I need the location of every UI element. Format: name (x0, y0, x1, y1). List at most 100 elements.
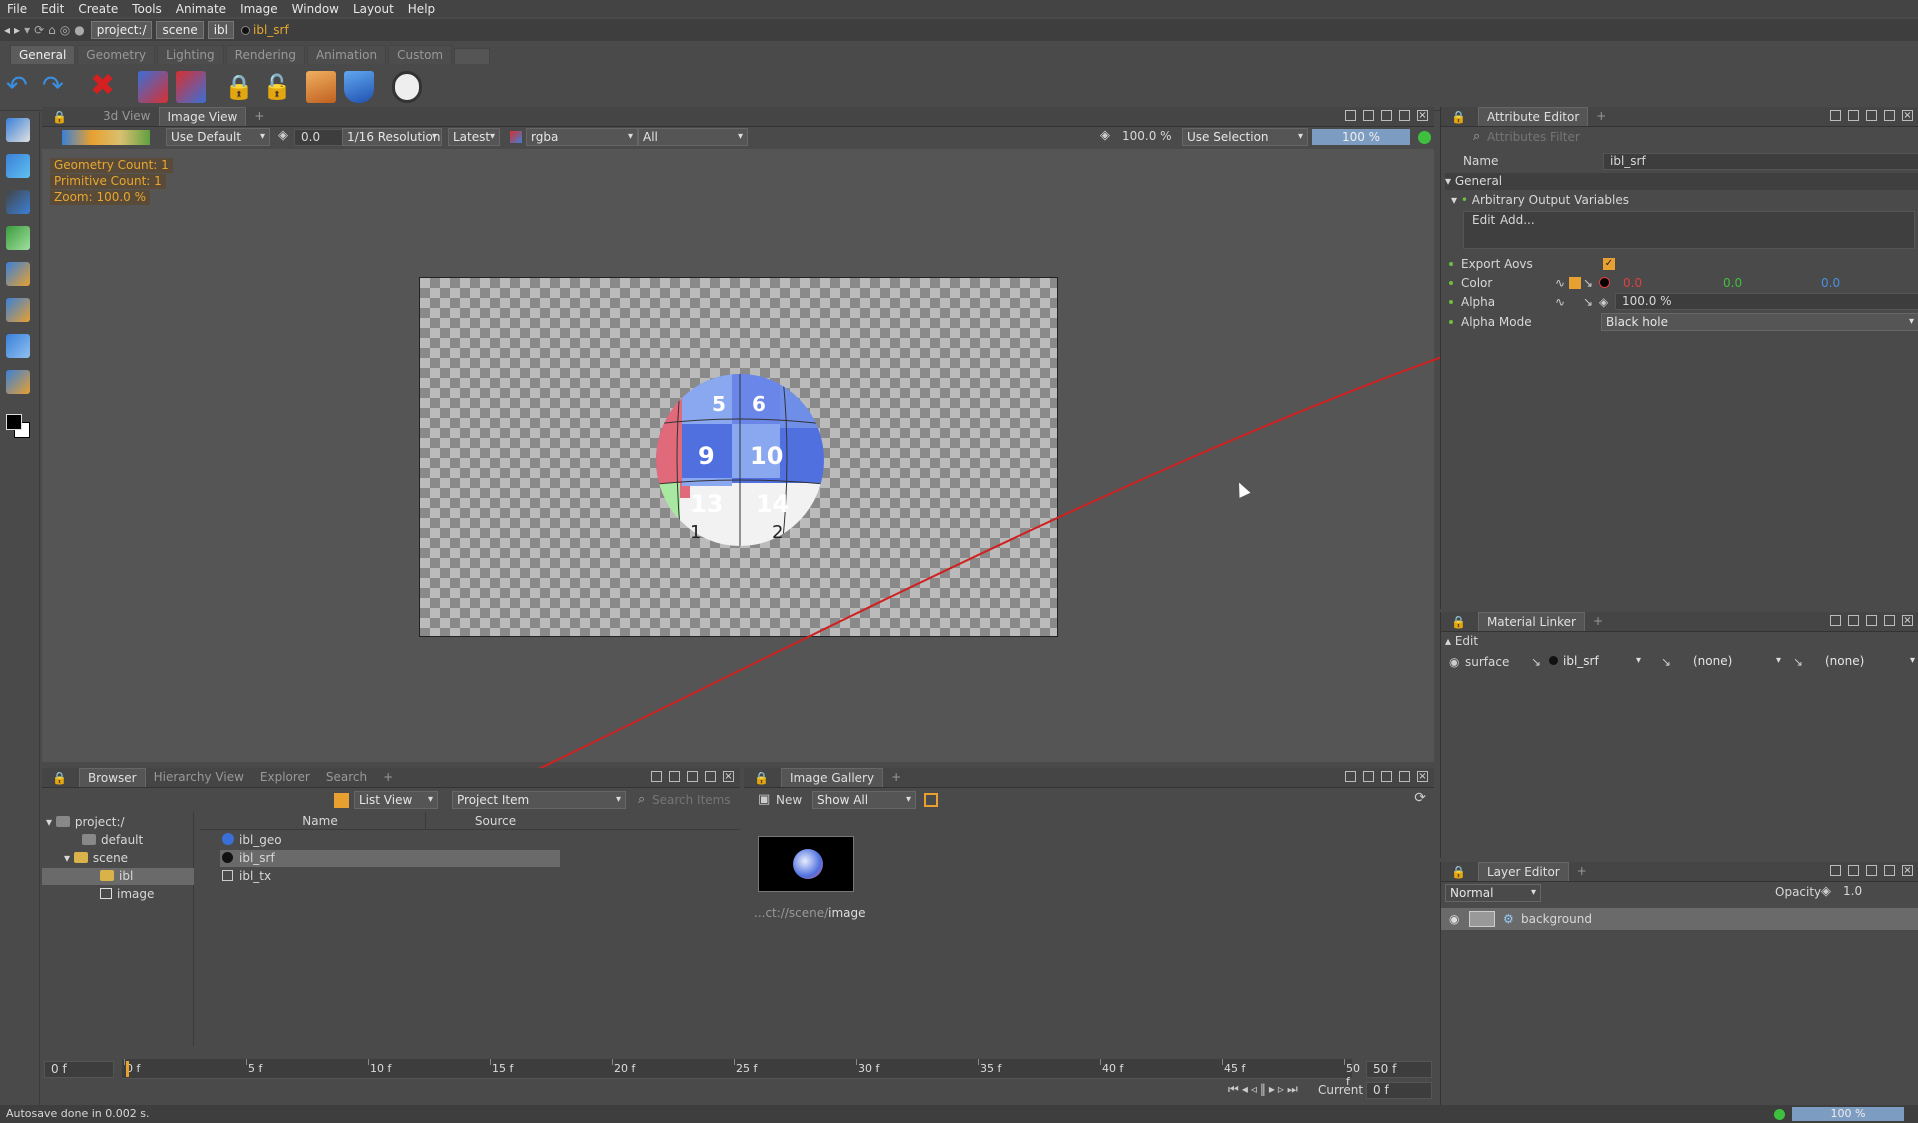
blend-mode-select[interactable]: Normal (1445, 884, 1541, 902)
add-tab-button[interactable]: + (883, 768, 909, 787)
curve-icon[interactable]: ∿ (1555, 293, 1565, 311)
show-select[interactable]: Show All (812, 791, 916, 809)
tree-item-default[interactable]: default (82, 832, 143, 849)
surface-select[interactable]: ibl_srf (1545, 653, 1645, 671)
time-ruler[interactable]: 0 f5 f 10 f 15 f 20 f 25 f 30 f 35 f 40 f 45 f 50… (122, 1059, 1360, 1088)
tree-item-project[interactable]: ▾ project:/ (46, 814, 125, 831)
new-button[interactable]: New (776, 791, 802, 809)
tree-item-scene[interactable]: ▾ scene (64, 850, 128, 867)
column-source[interactable]: Source (425, 812, 565, 830)
first-frame-icon[interactable]: ⏮ (1228, 1082, 1242, 1096)
displacement-select[interactable]: (none) (1675, 653, 1785, 671)
split-h-icon[interactable] (1866, 615, 1877, 626)
link-icon[interactable]: ↘ (1583, 274, 1593, 292)
opacity-field[interactable]: 1.0 (1837, 884, 1918, 901)
prev-frame-icon[interactable]: ◃ (1251, 1082, 1260, 1096)
split-v-icon[interactable] (1848, 865, 1859, 876)
list-item-ibl-tx[interactable]: ibl_tx (222, 868, 271, 885)
attributes-filter-input[interactable] (1487, 129, 1907, 145)
add-tab-button[interactable]: + (375, 768, 401, 787)
tab-image-gallery[interactable]: Image Gallery (780, 768, 884, 787)
lock-icon[interactable]: 🔒 (1451, 865, 1466, 879)
link-icon[interactable]: ↘ (1531, 653, 1541, 671)
link-icon[interactable]: ↘ (1583, 293, 1593, 311)
lock-icon[interactable]: 🔒 (1451, 110, 1466, 124)
maximize-icon[interactable] (1884, 865, 1895, 876)
visibility-icon[interactable]: ◉ (1449, 908, 1459, 930)
split-v-icon[interactable] (669, 771, 680, 782)
play-icon[interactable]: ▸ (1269, 1082, 1278, 1096)
slider-icon[interactable]: ◈ (1821, 884, 1831, 899)
refresh-icon[interactable]: ⟳ (1414, 790, 1426, 806)
gallery-option-icon[interactable] (924, 793, 938, 807)
curve-icon[interactable]: ∿ (1555, 274, 1565, 292)
pause-icon[interactable]: ‖ (1260, 1082, 1269, 1096)
item-type-select[interactable]: Project Item (452, 791, 626, 809)
lock-icon[interactable]: 🔒 (754, 771, 769, 785)
split-h-icon[interactable] (1381, 771, 1392, 782)
view-mode-select[interactable]: List View (354, 791, 438, 809)
end-frame-field[interactable]: 50 f (1366, 1061, 1432, 1078)
split-icon[interactable] (1830, 615, 1841, 626)
split-icon[interactable] (1830, 110, 1841, 121)
close-icon[interactable]: × (723, 771, 734, 782)
split-icon[interactable] (651, 771, 662, 782)
split-h-icon[interactable] (1866, 110, 1877, 121)
maximize-icon[interactable] (1884, 615, 1895, 626)
edit-menu[interactable]: ▴ Edit (1445, 634, 1478, 648)
last-frame-icon[interactable]: ⏭ (1287, 1082, 1301, 1096)
tree-item-image[interactable]: image (100, 886, 154, 903)
maximize-icon[interactable] (1884, 110, 1895, 121)
search-input[interactable] (652, 791, 738, 809)
close-icon[interactable]: × (1902, 110, 1913, 121)
tab-hierarchy-view[interactable]: Hierarchy View (146, 768, 252, 787)
add-tab-button[interactable]: + (1585, 612, 1611, 631)
link-icon[interactable]: ↘ (1793, 653, 1803, 671)
current-frame-field[interactable]: 0 f (1366, 1082, 1432, 1099)
alpha-field[interactable]: 100.0 % (1615, 293, 1918, 310)
maximize-icon[interactable] (1399, 771, 1410, 782)
layer-row[interactable]: ◉ ⚙ background (1441, 908, 1918, 930)
gallery-thumbnail[interactable] (758, 836, 854, 892)
column-name[interactable]: Name (220, 812, 420, 830)
export-aovs-checkbox[interactable]: ✓ (1603, 258, 1615, 270)
name-field[interactable]: ibl_srf (1603, 153, 1918, 170)
color-g-field[interactable]: 0.0 (1723, 274, 1742, 292)
lock-icon[interactable]: 🔒 (52, 771, 67, 785)
playhead[interactable] (126, 1061, 129, 1077)
close-icon[interactable]: × (1902, 865, 1913, 876)
color-r-field[interactable]: 0.0 (1623, 274, 1642, 292)
aov-edit-button[interactable]: Edit (1472, 213, 1495, 227)
close-icon[interactable]: × (1417, 771, 1428, 782)
next-frame-icon[interactable]: ▹ (1278, 1082, 1287, 1096)
start-frame-field[interactable]: 0 f (44, 1061, 114, 1078)
split-v-icon[interactable] (1848, 110, 1859, 121)
browser-filter-icon[interactable] (334, 793, 349, 808)
texture-link-icon[interactable] (1569, 277, 1581, 289)
lock-icon[interactable]: 🔒 (1451, 615, 1466, 629)
color-b-field[interactable]: 0.0 (1821, 274, 1840, 292)
general-group-header[interactable]: ▾ General (1445, 173, 1918, 190)
link-icon[interactable]: ↘ (1661, 653, 1671, 671)
split-icon[interactable] (1830, 865, 1841, 876)
maximize-icon[interactable] (705, 771, 716, 782)
aov-group-header[interactable]: ▾ • Arbitrary Output Variables (1451, 192, 1629, 209)
split-v-icon[interactable] (1848, 615, 1859, 626)
split-v-icon[interactable] (1363, 771, 1374, 782)
tab-attribute-editor[interactable]: Attribute Editor (1477, 107, 1589, 126)
tab-browser[interactable]: Browser (78, 768, 146, 787)
tab-explorer[interactable]: Explorer (252, 768, 318, 787)
visibility-icon[interactable]: ◉ (1449, 653, 1459, 671)
tab-material-linker[interactable]: Material Linker (1477, 612, 1585, 631)
split-h-icon[interactable] (1866, 865, 1877, 876)
slider-icon[interactable]: ◈ (1599, 293, 1608, 311)
list-item-ibl-geo[interactable]: ibl_geo (222, 832, 282, 849)
close-icon[interactable]: × (1902, 615, 1913, 626)
tree-item-ibl[interactable]: ibl (42, 868, 194, 885)
alpha-mode-select[interactable]: Black hole (1601, 313, 1918, 331)
split-icon[interactable] (1345, 771, 1356, 782)
split-h-icon[interactable] (687, 771, 698, 782)
tab-search[interactable]: Search (318, 768, 375, 787)
add-tab-button[interactable]: + (1588, 107, 1614, 126)
tab-layer-editor[interactable]: Layer Editor (1477, 862, 1569, 881)
